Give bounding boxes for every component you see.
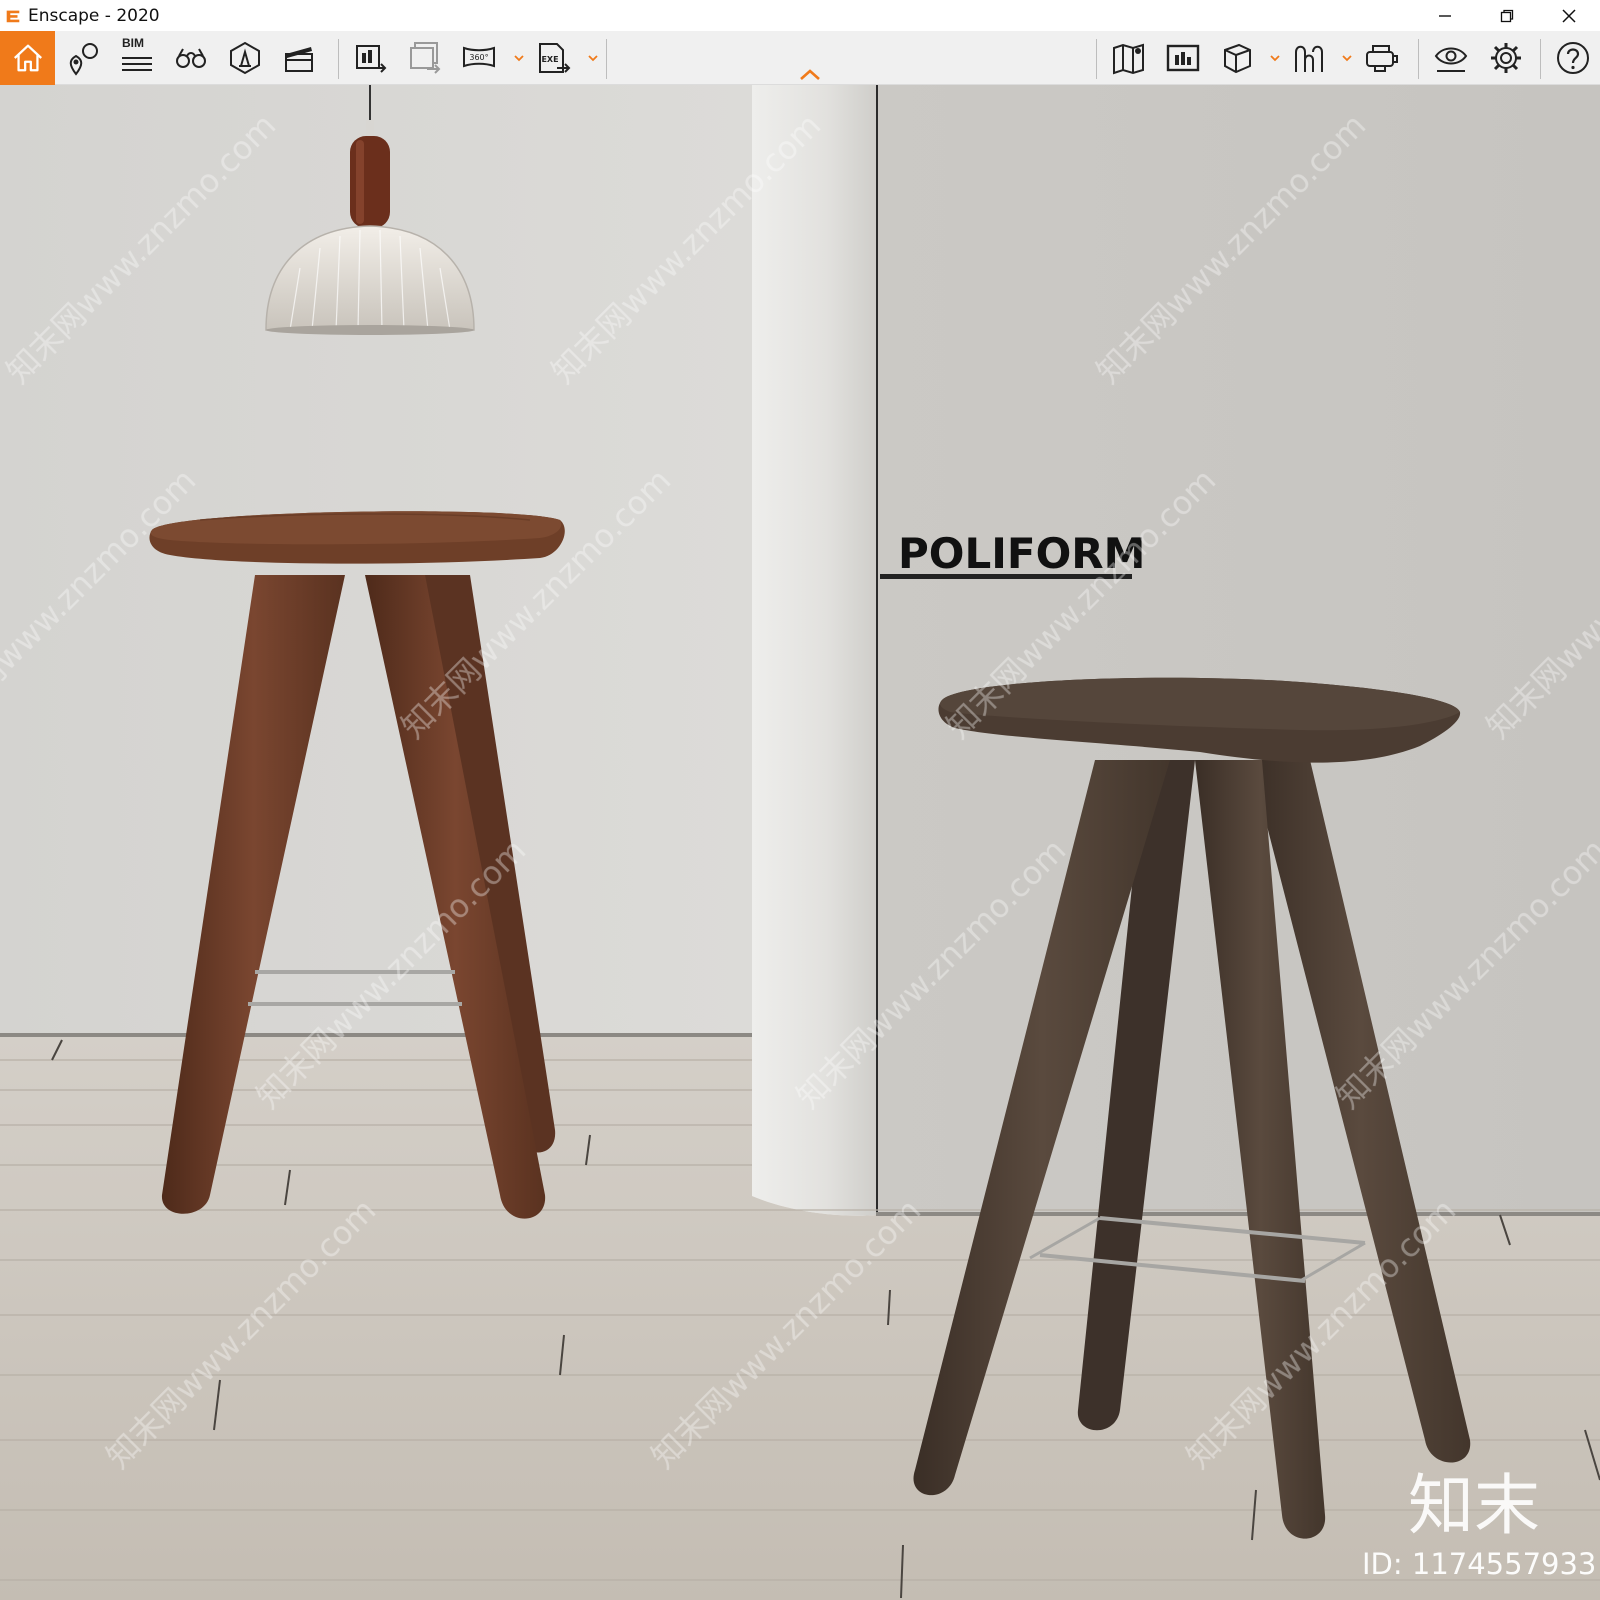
vr-headset-icon [1366, 45, 1398, 72]
home-icon [13, 44, 42, 72]
map-button[interactable] [1106, 35, 1152, 81]
walk-mode-icon [1295, 45, 1323, 72]
home-button[interactable] [0, 31, 55, 85]
chevron-down-icon[interactable] [1268, 51, 1282, 65]
watermark-logo: 知末 [1408, 1467, 1540, 1544]
toolbar-separator [338, 39, 339, 79]
vr-headset-button[interactable] [1358, 35, 1404, 81]
help-button[interactable] [1550, 35, 1596, 81]
minimap-icon [1166, 44, 1200, 72]
asset-library-button[interactable] [222, 35, 268, 81]
clapperboard-icon [285, 47, 313, 72]
minimap-button[interactable] [1160, 35, 1206, 81]
minimize-icon [1439, 14, 1451, 17]
chevron-down-icon[interactable] [512, 51, 526, 65]
settings-button[interactable] [1483, 35, 1529, 81]
chevron-up-icon[interactable] [798, 68, 822, 82]
views-button[interactable] [60, 35, 106, 81]
asset-library-icon [230, 41, 260, 75]
close-icon [1562, 8, 1576, 23]
map-icon [1113, 43, 1144, 75]
title-bar: Enscape - 2020 [0, 0, 1600, 31]
bim-button[interactable]: BIM [114, 35, 160, 81]
toolbar-separator [1540, 39, 1541, 79]
restore-icon [1500, 9, 1514, 22]
close-button[interactable] [1538, 0, 1600, 31]
render-export-icon [356, 45, 387, 73]
panorama-button[interactable]: 360° [456, 35, 502, 81]
visual-settings-icon [1434, 47, 1468, 72]
exe-export-icon: EXE [539, 43, 571, 73]
exe-export-button[interactable]: EXE [530, 35, 576, 81]
watermark-id: ID: 1174557933 [1362, 1547, 1596, 1581]
render-viewport[interactable]: POLIFORM 知末网www.znzmo.com 知末网www.znzmo.c… [0, 85, 1600, 1600]
batch-render-icon [410, 42, 441, 74]
enscape-logo-icon [6, 10, 20, 22]
visual-settings-button[interactable] [1428, 35, 1474, 81]
box-view-icon [1224, 43, 1251, 74]
video-editor-button[interactable] [276, 35, 322, 81]
toolbar: BIM 360° EXE [0, 31, 1600, 85]
toolbar-separator [1418, 39, 1419, 79]
restore-button[interactable] [1476, 0, 1538, 31]
panorama-label: 360° [469, 53, 488, 62]
chevron-down-icon[interactable] [586, 51, 600, 65]
location-pin-icon [69, 43, 98, 76]
render-image-button[interactable] [348, 35, 394, 81]
toolbar-separator [1096, 39, 1097, 79]
object-view-button[interactable] [1214, 35, 1260, 81]
panorama-icon: 360° [463, 46, 495, 68]
binoculars-icon [176, 48, 206, 68]
batch-render-button[interactable] [402, 35, 448, 81]
exe-label: EXE [541, 55, 558, 64]
walk-mode-button[interactable] [1286, 35, 1332, 81]
binoculars-button[interactable] [168, 35, 214, 81]
chevron-down-icon[interactable] [1340, 51, 1354, 65]
help-icon [1557, 42, 1589, 74]
gear-icon [1491, 43, 1521, 73]
skirting-left [0, 1033, 752, 1037]
window-controls [1414, 0, 1600, 31]
scene-render: POLIFORM 知末网www.znzmo.com 知末网www.znzmo.c… [0, 85, 1600, 1600]
minimize-button[interactable] [1414, 0, 1476, 31]
window-title: Enscape - 2020 [28, 5, 160, 26]
toolbar-separator [606, 39, 607, 79]
bim-label: BIM [122, 36, 144, 50]
